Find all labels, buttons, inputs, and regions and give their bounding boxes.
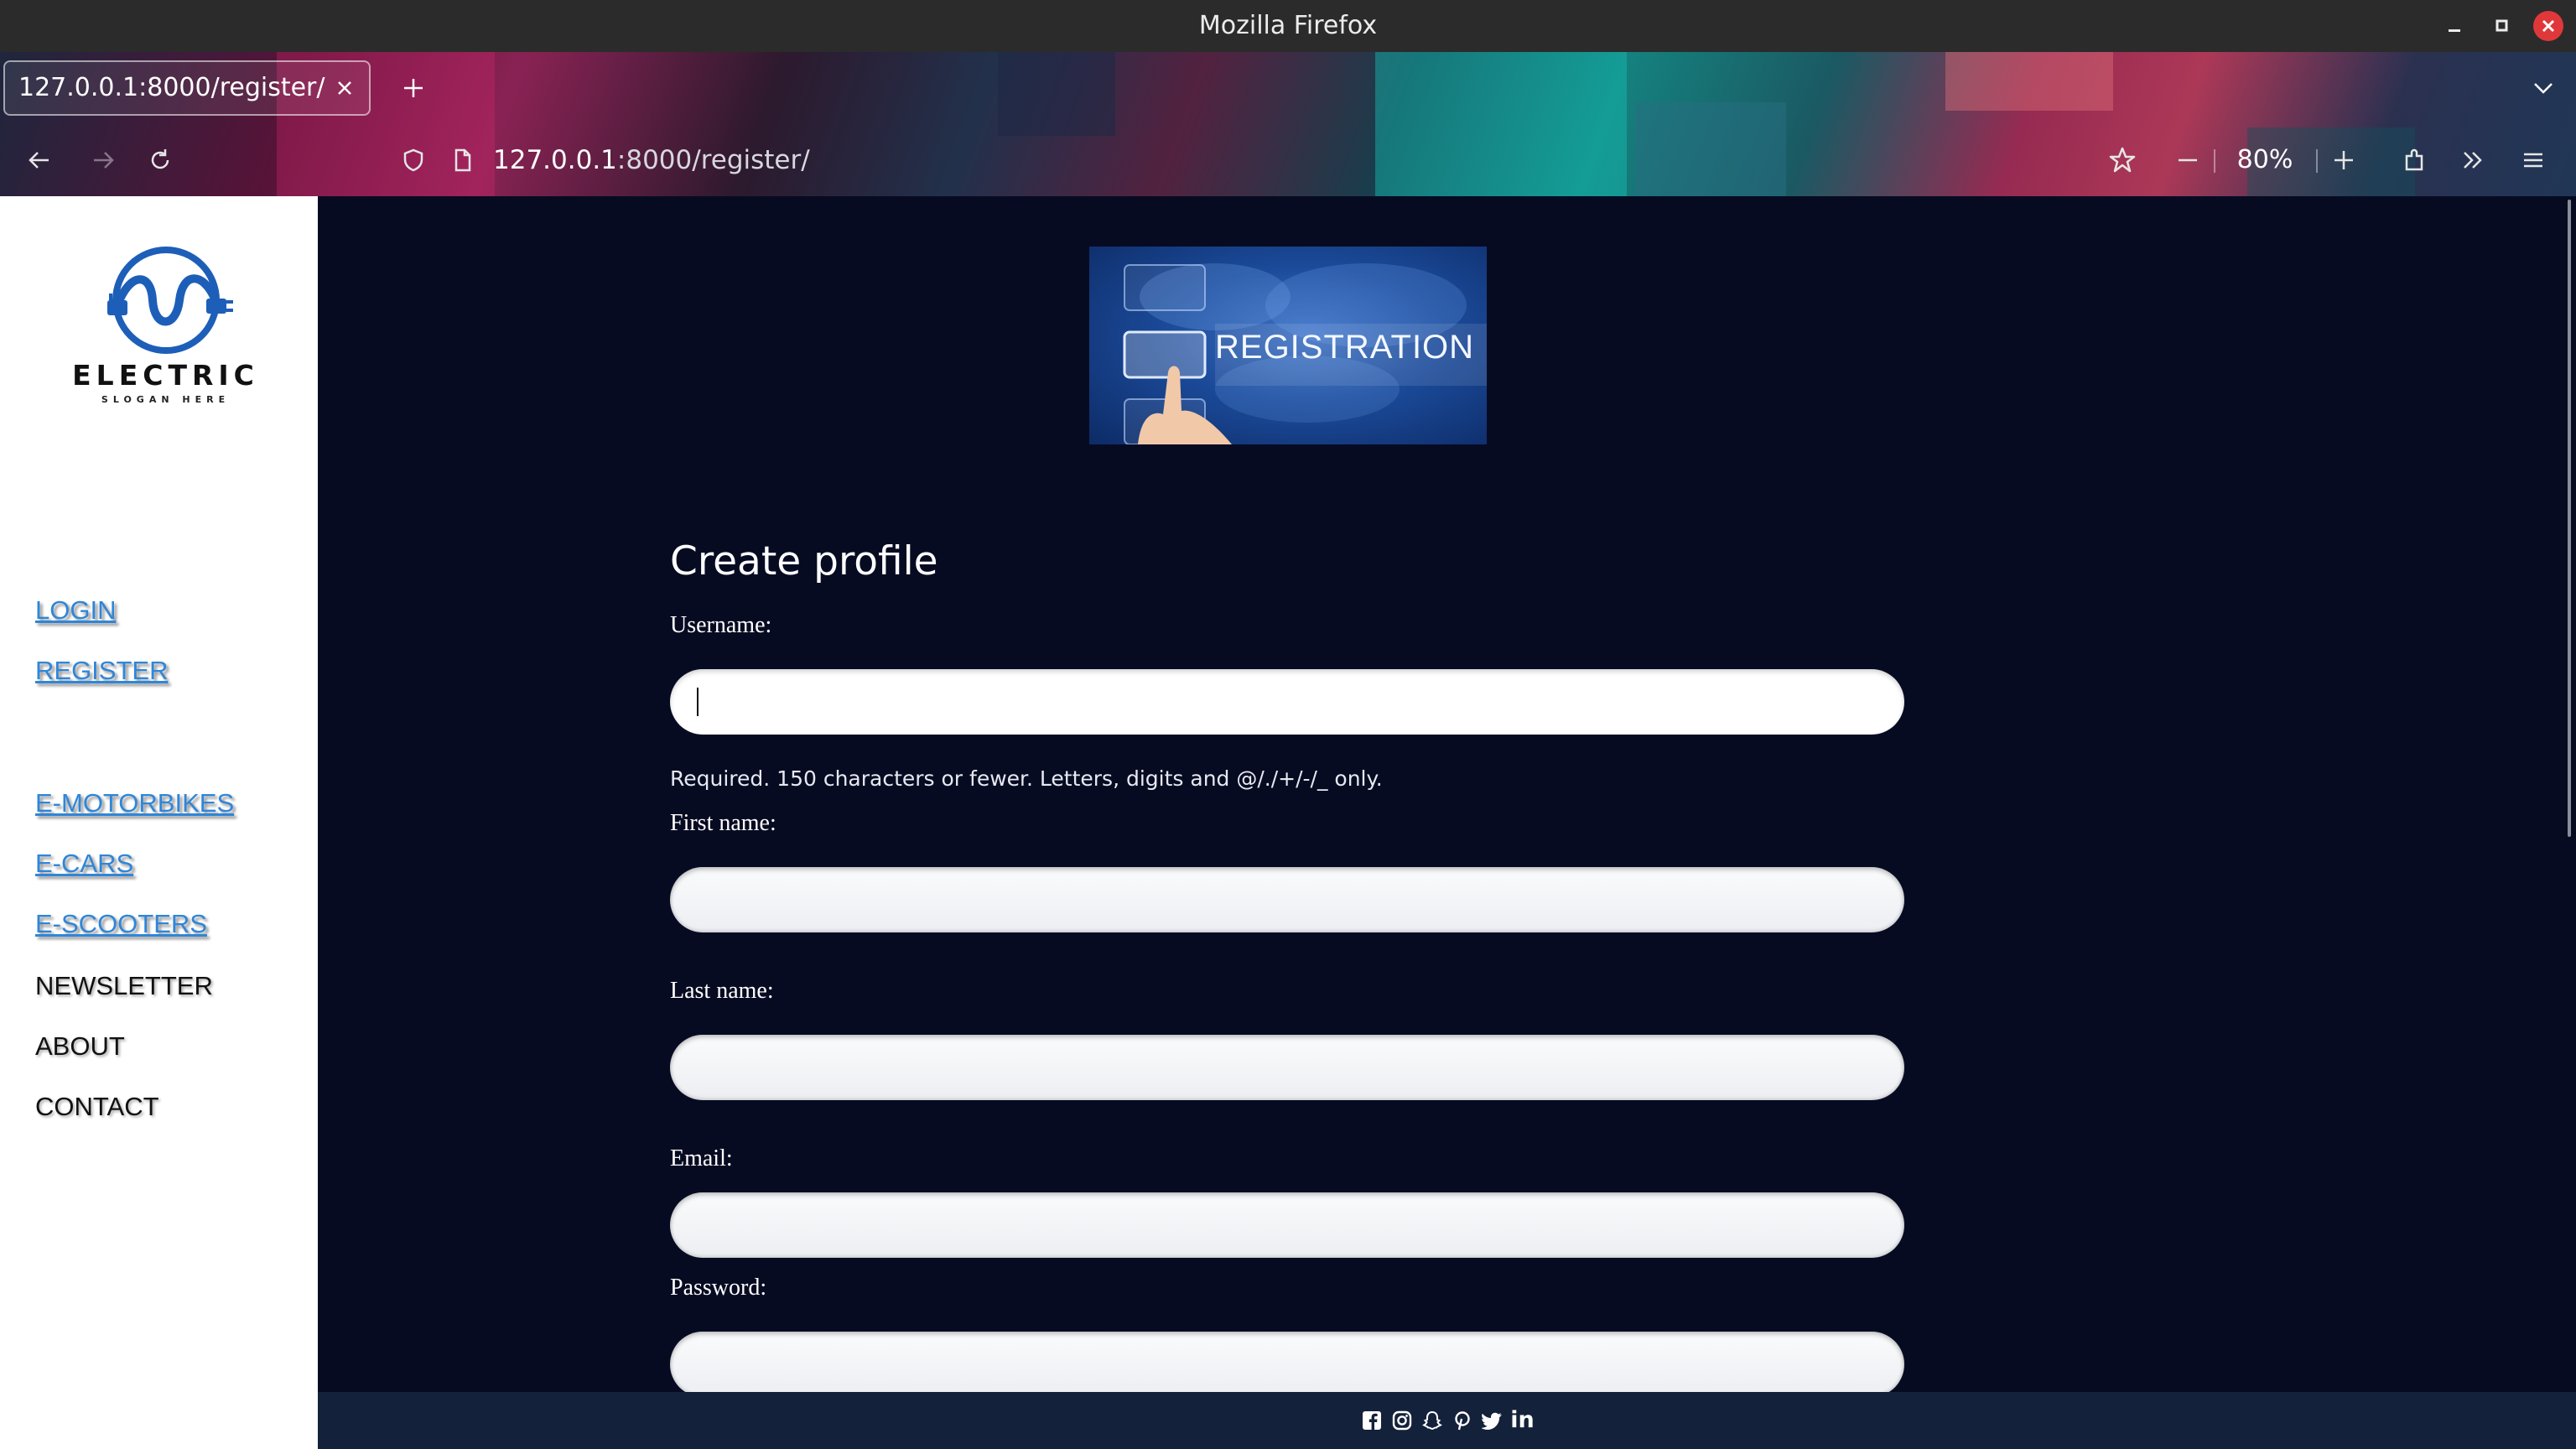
- extensions-button[interactable]: [2395, 141, 2433, 179]
- email-input[interactable]: [670, 1192, 1904, 1258]
- minimize-button[interactable]: [2437, 0, 2474, 52]
- tab-register[interactable]: 127.0.0.1:8000/register/: [3, 60, 371, 116]
- pinterest-icon[interactable]: [1451, 1409, 1474, 1432]
- page-title: Create profile: [670, 538, 938, 584]
- reload-icon: [151, 149, 169, 169]
- close-icon: [2533, 11, 2563, 41]
- hamburger-menu-icon: [2524, 153, 2542, 168]
- browser-toolbar: 127.0.0.1:8000/register/ 127.0.0.1:8000/…: [0, 52, 2576, 196]
- last-name-input[interactable]: [670, 1035, 1904, 1100]
- logo-wordmark: ELECTRIC: [72, 359, 259, 392]
- reload-button[interactable]: [141, 141, 179, 179]
- url-host: 127.0.0.1: [493, 145, 617, 175]
- text-caret: [697, 688, 699, 716]
- site-footer: in: [318, 1392, 2576, 1449]
- nav-register-link[interactable]: REGISTER: [35, 656, 168, 686]
- electric-plug-logo: [107, 247, 233, 354]
- plus-icon: [404, 79, 423, 97]
- web-page: ELECTRIC SLOGAN HERE LOGIN REGISTER E-MO…: [0, 196, 2576, 1449]
- zoom-out-button[interactable]: [2168, 141, 2207, 179]
- navigation-bar: 127.0.0.1:8000/register/ 80%: [0, 124, 2576, 196]
- email-label: Email:: [670, 1145, 733, 1171]
- minimize-icon: [2449, 29, 2460, 32]
- star-icon: [2109, 147, 2136, 173]
- minus-icon: [2179, 158, 2197, 162]
- zoom-level-button[interactable]: 80%: [2219, 143, 2311, 178]
- zoom-in-button[interactable]: [2324, 141, 2363, 179]
- linkedin-icon[interactable]: in: [1510, 1407, 1535, 1433]
- nav-contact-link[interactable]: CONTACT: [35, 1092, 159, 1122]
- banner-text: REGISTRATION: [1215, 329, 1475, 366]
- nav-about-link[interactable]: ABOUT: [35, 1031, 125, 1062]
- facebook-icon[interactable]: [1360, 1409, 1384, 1432]
- tab-strip: 127.0.0.1:8000/register/: [0, 52, 2576, 124]
- forward-button[interactable]: [84, 141, 122, 179]
- tab-close-button[interactable]: [330, 74, 359, 102]
- linkedin-text: in: [1510, 1407, 1535, 1433]
- window-title: Mozilla Firefox: [1198, 11, 1378, 40]
- chevron-down-icon: [2534, 83, 2553, 94]
- tracking-protection-button[interactable]: [394, 141, 433, 179]
- double-chevron-right-icon: [2464, 152, 2482, 169]
- nav-e-scooters-link[interactable]: E-SCOOTERS: [35, 909, 207, 939]
- nav-e-motorbikes-link[interactable]: E-MOTORBIKES: [35, 788, 234, 818]
- registration-banner-image: REGISTRATION: [1089, 247, 1487, 444]
- username-help-text: Required. 150 characters or fewer. Lette…: [670, 766, 1383, 791]
- list-all-tabs-button[interactable]: [2524, 69, 2563, 107]
- arrow-right-icon: [94, 152, 114, 169]
- sidebar: ELECTRIC SLOGAN HERE LOGIN REGISTER E-MO…: [0, 196, 318, 1449]
- site-logo[interactable]: ELECTRIC SLOGAN HERE: [59, 247, 273, 406]
- nav-e-cars-link[interactable]: E-CARS: [35, 849, 133, 879]
- instagram-icon[interactable]: [1390, 1409, 1414, 1432]
- password-label: Password:: [670, 1275, 767, 1301]
- maximize-button[interactable]: [2484, 0, 2521, 52]
- snapchat-icon[interactable]: [1420, 1409, 1444, 1432]
- back-button[interactable]: [20, 141, 59, 179]
- arrow-left-icon: [29, 152, 49, 169]
- divider: [2214, 149, 2215, 173]
- page-scrollbar[interactable]: [2568, 196, 2573, 1449]
- puzzle-icon: [2405, 148, 2423, 171]
- close-icon: [338, 81, 351, 95]
- more-tools-button[interactable]: [2454, 141, 2492, 179]
- url-path: :8000/register/: [616, 145, 810, 175]
- url-bar[interactable]: 127.0.0.1:8000/register/: [493, 143, 810, 178]
- plus-icon: [2334, 151, 2353, 169]
- nav-login-link[interactable]: LOGIN: [35, 595, 116, 626]
- first-name-label: First name:: [670, 810, 776, 836]
- divider: [2316, 149, 2318, 173]
- last-name-label: Last name:: [670, 978, 774, 1004]
- password-input[interactable]: [670, 1332, 1904, 1397]
- username-label: Username:: [670, 612, 772, 638]
- main-content: REGISTRATION Create profile Username: Re…: [318, 196, 2576, 1449]
- shield-icon: [403, 148, 423, 172]
- twitter-icon[interactable]: [1481, 1409, 1504, 1432]
- bookmark-button[interactable]: [2103, 141, 2142, 179]
- maximize-icon: [2496, 19, 2508, 32]
- close-window-button[interactable]: [2529, 0, 2568, 52]
- app-menu-button[interactable]: [2514, 141, 2553, 179]
- scrollbar-thumb[interactable]: [2568, 200, 2571, 837]
- page-info-button[interactable]: [443, 141, 481, 179]
- page-icon: [454, 148, 471, 172]
- window-titlebar: Mozilla Firefox: [0, 0, 2576, 52]
- new-tab-button[interactable]: [394, 69, 433, 107]
- username-input[interactable]: [670, 669, 1904, 735]
- first-name-input[interactable]: [670, 867, 1904, 932]
- logo-slogan: SLOGAN HERE: [101, 394, 231, 405]
- nav-newsletter-link[interactable]: NEWSLETTER: [35, 971, 213, 1001]
- tab-title: 127.0.0.1:8000/register/: [18, 73, 325, 102]
